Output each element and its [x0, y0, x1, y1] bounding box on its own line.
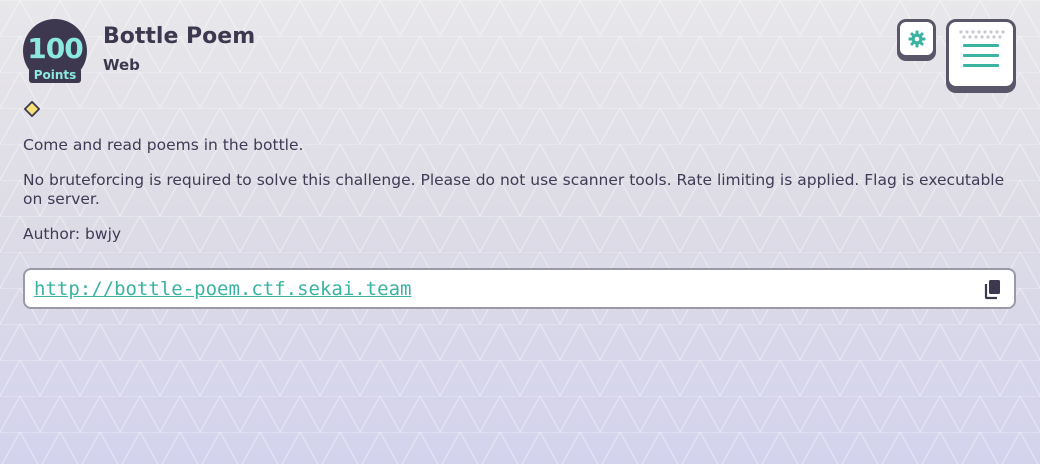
points-value: 100 — [27, 32, 83, 65]
challenge-panel: 100 Points Bottle Poem Web Come and read… — [0, 0, 1040, 464]
challenge-category: Web — [103, 56, 140, 74]
challenge-url-box: http://bottle-poem.ctf.sekai.team — [23, 268, 1016, 309]
menu-button[interactable] — [946, 19, 1016, 89]
settings-button[interactable] — [897, 19, 936, 58]
description-author: Author: bwjy — [23, 225, 122, 243]
copy-icon[interactable] — [983, 278, 1003, 300]
description-rules: No bruteforcing is required to solve thi… — [23, 171, 1005, 208]
points-label: Points — [29, 68, 81, 83]
description-intro: Come and read poems in the bottle. — [23, 136, 304, 154]
points-badge: 100 Points — [23, 19, 87, 83]
challenge-title: Bottle Poem — [103, 24, 256, 49]
gear-icon — [908, 30, 926, 48]
challenge-url-link[interactable]: http://bottle-poem.ctf.sekai.team — [34, 277, 412, 301]
hamburger-menu-icon — [959, 30, 1005, 67]
diamond-icon — [24, 101, 40, 117]
